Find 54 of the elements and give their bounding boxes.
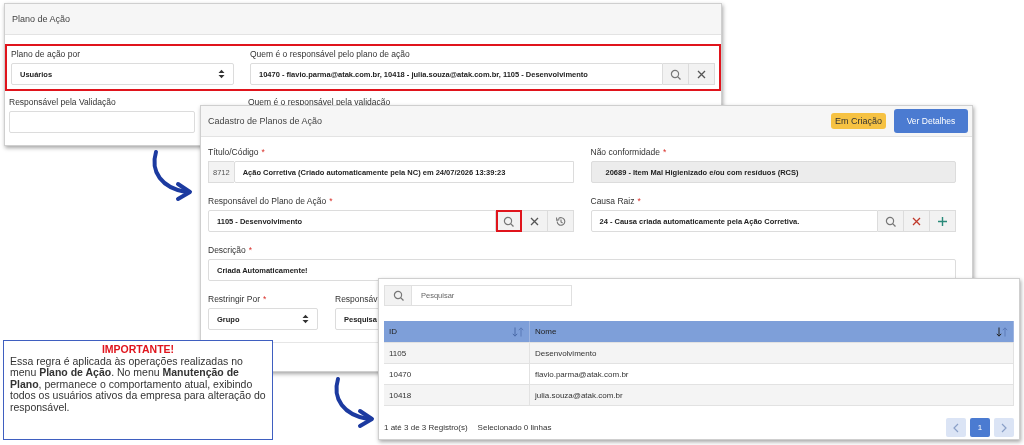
selection-info: Selecionado 0 linhas (477, 423, 552, 432)
close-icon (528, 215, 540, 227)
chevron-left-icon (953, 422, 959, 433)
column-header[interactable]: Nome (530, 321, 1014, 342)
chevron-right-icon (1001, 422, 1007, 433)
close-icon (911, 215, 922, 227)
details-button[interactable]: Ver Detalhes (894, 109, 968, 133)
field-label: Quem é o responsável pelo plano de ação (250, 49, 410, 59)
required-mark: * (329, 196, 333, 206)
page-button[interactable]: 1 (970, 418, 990, 437)
required-mark: * (662, 147, 667, 157)
note-text: Essa regra é aplicada às operações realizadas no menu Plano de Ação. No menu Manutenção de Plano, permanece o comportamento atual, exibindo todos os usuários ativos da empresa para alteração do responsável. (10, 355, 266, 413)
required-mark: * (262, 294, 267, 304)
search-button[interactable] (495, 210, 522, 232)
required-mark: * (248, 245, 253, 255)
field-label: Responsável pela Validação (9, 97, 116, 107)
history-icon (554, 215, 566, 227)
table-cell: 10470 (384, 364, 530, 384)
table-cell: 10418 (384, 385, 530, 405)
search-icon (503, 215, 514, 227)
close-button[interactable] (689, 63, 715, 85)
note-title: IMPORTANTE! (100, 344, 176, 356)
field-label: Plano de ação por (11, 49, 80, 59)
input-field[interactable] (9, 111, 195, 133)
close-button[interactable] (521, 210, 548, 232)
field-label: Responsáv (335, 294, 378, 304)
column-header[interactable]: ID (384, 321, 530, 342)
field-label: Descrição (208, 245, 246, 255)
table-cell: 1105 (384, 343, 530, 363)
close-icon (696, 68, 707, 80)
search-icon (392, 290, 404, 301)
plus-icon (937, 215, 948, 227)
required-mark: * (637, 196, 641, 206)
select-caret-icon (302, 314, 309, 324)
table-cell: flavio.parma@atak.com.br (530, 364, 1014, 384)
field-label: Título/Código (208, 147, 259, 157)
table-cell: julia.souza@atak.com.br (530, 385, 1014, 405)
select-caret-icon (218, 69, 225, 79)
search-icon (885, 215, 896, 227)
field-label: Responsável do Plano de Ação (208, 196, 327, 206)
field-label: Não conformidade (590, 147, 660, 157)
panel-title: Cadastro de Planos de Ação (208, 116, 324, 126)
search-icon (670, 68, 681, 80)
history-button[interactable] (547, 210, 574, 232)
status-badge: Em Criação (831, 113, 886, 129)
table-cell: Desenvolvimento (530, 343, 1014, 363)
records-info: 1 até 3 de 3 Registro(s) (384, 423, 468, 432)
close-button[interactable] (904, 210, 930, 232)
panel-title: Plano de Ação (12, 14, 72, 24)
field-label: Causa Raiz (590, 196, 635, 206)
field-label: Restringir Por (208, 294, 260, 304)
field-label: Quem é o responsável pela validação (248, 97, 391, 107)
plus-button[interactable] (930, 210, 956, 232)
required-mark: * (261, 147, 265, 157)
